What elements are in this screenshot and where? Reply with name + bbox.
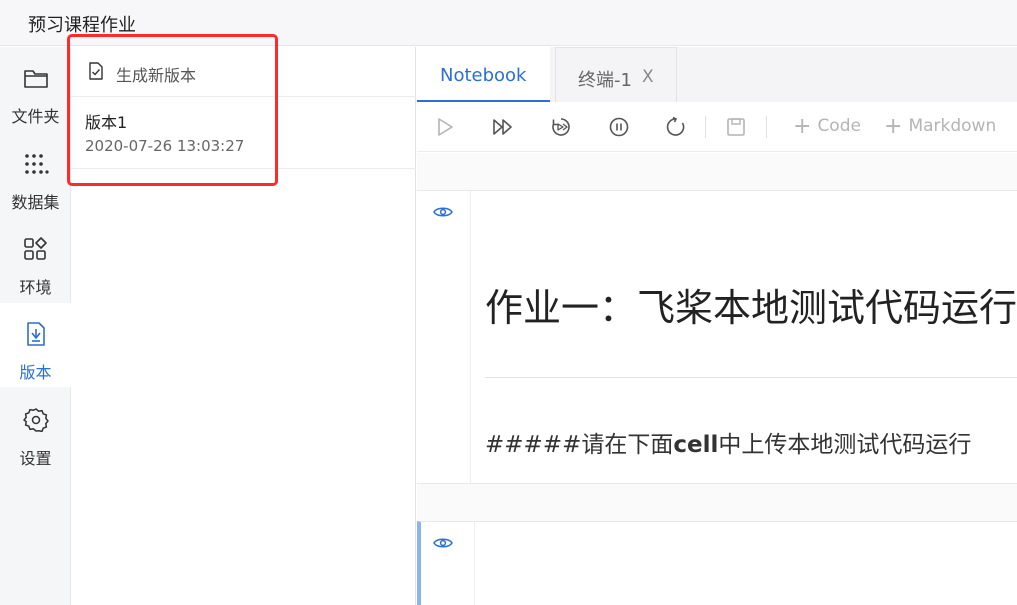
cell-gutter xyxy=(417,522,475,605)
cell-heading: 作业一：飞桨本地测试代码运行 xyxy=(485,286,1017,330)
cell-area: 作业一：飞桨本地测试代码运行 #####请在下面cell中上传本地测试代码运行 xyxy=(417,153,1017,605)
paragraph-prefix: #####请在下面 xyxy=(485,432,674,458)
heading-divider xyxy=(485,377,1017,378)
version-name: 版本1 xyxy=(85,113,128,132)
version-list-item[interactable]: 版本1 2020-07-26 13:03:27 xyxy=(71,98,416,169)
paragraph-bold: cell xyxy=(673,432,719,458)
notebook-editor: Notebook 终端-1 X + Code + Markdown 作业一：飞桨… xyxy=(417,47,1017,605)
dataset-icon xyxy=(25,154,49,174)
nav-label-dataset: 数据集 xyxy=(11,193,60,212)
save-icon[interactable] xyxy=(725,116,747,138)
tab-bar: Notebook 终端-1 X xyxy=(417,47,1017,102)
add-markdown-button[interactable]: + Markdown xyxy=(884,114,996,139)
toolbar-divider xyxy=(705,116,706,138)
tab-terminal-label: 终端-1 xyxy=(578,70,632,91)
cell-gutter xyxy=(417,191,471,483)
gear-icon xyxy=(23,408,49,433)
left-nav: 文件夹 数据集 环境 版本 设置 xyxy=(0,47,71,605)
version-icon xyxy=(27,322,45,346)
run-cell-icon[interactable] xyxy=(434,116,456,138)
nav-label-settings: 设置 xyxy=(19,449,52,468)
add-code-label: Code xyxy=(817,116,861,136)
generate-version-button[interactable]: 生成新版本 xyxy=(71,47,416,97)
nav-item-folder[interactable]: 文件夹 xyxy=(0,47,71,131)
toolbar-divider xyxy=(766,116,767,138)
notebook-toolbar: + Code + Markdown xyxy=(417,102,1017,152)
nav-item-environment[interactable]: 环境 xyxy=(0,218,71,302)
environment-icon xyxy=(24,237,47,260)
plus-icon: + xyxy=(884,114,903,139)
restart-kernel-icon[interactable] xyxy=(665,116,687,138)
nav-item-dataset[interactable]: 数据集 xyxy=(0,133,71,217)
add-markdown-label: Markdown xyxy=(908,116,997,136)
tab-notebook-label: Notebook xyxy=(440,65,527,86)
restart-run-icon[interactable] xyxy=(550,116,572,138)
code-cell-active[interactable] xyxy=(417,521,1017,605)
nav-label-environment: 环境 xyxy=(19,278,52,297)
paragraph-suffix: 中上传本地测试代码运行 xyxy=(718,432,972,458)
app-title: 预习课程作业 xyxy=(28,15,136,36)
nav-label-folder: 文件夹 xyxy=(11,107,60,126)
nav-label-version: 版本 xyxy=(19,363,52,382)
folder-icon xyxy=(24,70,48,88)
eye-icon[interactable] xyxy=(433,205,453,219)
tab-notebook[interactable]: Notebook xyxy=(417,47,550,102)
add-code-button[interactable]: + Code xyxy=(793,114,861,139)
plus-icon: + xyxy=(793,114,812,139)
version-timestamp: 2020-07-26 13:03:27 xyxy=(85,137,245,155)
title-bar: 预习课程作业 xyxy=(0,0,1017,46)
interrupt-icon[interactable] xyxy=(608,116,630,138)
cell-paragraph: #####请在下面cell中上传本地测试代码运行 xyxy=(485,425,971,459)
new-version-icon xyxy=(89,62,103,80)
markdown-cell[interactable]: 作业一：飞桨本地测试代码运行 #####请在下面cell中上传本地测试代码运行 xyxy=(417,190,1017,484)
nav-item-version[interactable]: 版本 xyxy=(0,303,71,387)
nav-item-settings[interactable]: 设置 xyxy=(0,389,71,473)
generate-version-label: 生成新版本 xyxy=(116,66,197,85)
eye-icon[interactable] xyxy=(433,536,453,550)
tab-terminal-1[interactable]: 终端-1 X xyxy=(555,47,677,102)
close-tab-icon[interactable]: X xyxy=(642,67,654,87)
version-panel: 生成新版本 版本1 2020-07-26 13:03:27 xyxy=(71,47,416,605)
run-all-icon[interactable] xyxy=(492,116,514,138)
